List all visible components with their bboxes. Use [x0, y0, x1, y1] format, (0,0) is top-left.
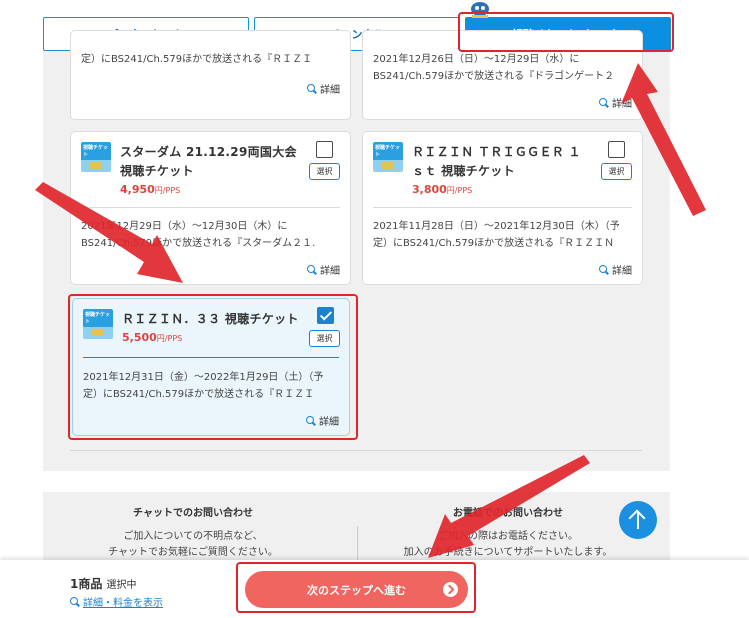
- select-label[interactable]: 選択: [309, 163, 340, 180]
- show-details-link[interactable]: 詳細・料金を表示: [70, 594, 163, 609]
- card-title: スターダム 21.12.29両国大会 視聴チケット: [120, 145, 297, 178]
- detail-link[interactable]: 詳細: [307, 81, 340, 96]
- card-title: ＲＩＺＩＮ ＴＲＩＧＧＥＲ １ｓｔ 視聴チケット: [412, 145, 581, 178]
- ticket-icon: 視聴チケット: [373, 142, 403, 172]
- annotation-highlight-card: [68, 294, 358, 440]
- card-price: 3,800円/PPS: [412, 183, 473, 196]
- select-checkbox[interactable]: [608, 141, 625, 158]
- scroll-to-top-button[interactable]: [619, 501, 657, 539]
- page: パック・セット チャンネル 視聴チケット（PPS） 定）にBS241/Ch.57…: [0, 0, 749, 618]
- card-description-line1: 2021年12月26日（日）～12月29日（水）に: [373, 54, 580, 65]
- phone-contact: お電話でのお問い合わせ ご加入の際はお電話ください。 加入のお手続きについてサポ…: [358, 504, 658, 561]
- card-description: 定）にBS241/Ch.579ほかで放送される『ＲＩＺＩ: [81, 54, 313, 65]
- product-card[interactable]: 定）にBS241/Ch.579ほかで放送される『ＲＩＺＩ 詳細: [70, 30, 351, 120]
- show-details-label: 詳細・料金を表示: [83, 598, 163, 609]
- detail-link[interactable]: 詳細: [599, 95, 632, 110]
- contact-section: チャットでのお問い合わせ ご加入についての不明点など、 チャットでお気軽にご質問…: [43, 492, 670, 562]
- annotation-highlight-tab: [458, 12, 674, 52]
- chat-contact-line2: チャットでお気軽にご質問ください。: [108, 547, 278, 558]
- product-card-stardom[interactable]: 視聴チケット スターダム 21.12.29両国大会 視聴チケット 4,950円/…: [70, 131, 351, 285]
- detail-link[interactable]: 詳細: [307, 262, 340, 277]
- select-label[interactable]: 選択: [601, 163, 632, 180]
- detail-link[interactable]: 詳細: [599, 262, 632, 277]
- chat-contact: チャットでのお問い合わせ ご加入についての不明点など、 チャットでお気軽にご質問…: [43, 504, 343, 561]
- detail-label: 詳細: [612, 266, 632, 277]
- section-divider: [70, 450, 642, 451]
- card-description-line2: BS241/Ch.579ほかで放送される『スターダム２１.: [81, 238, 316, 249]
- selected-count: 1商品 選択中: [70, 577, 137, 591]
- zoom-icon: [307, 83, 317, 94]
- select-checkbox[interactable]: [316, 141, 333, 158]
- zoom-icon: [599, 264, 609, 275]
- detail-label: 詳細: [612, 99, 632, 110]
- chat-contact-title: チャットでのお問い合わせ: [133, 508, 253, 519]
- annotation-highlight-button: [236, 562, 476, 613]
- detail-label: 詳細: [320, 266, 340, 277]
- ticket-icon: 視聴チケット: [81, 142, 111, 172]
- product-card-rizin-trigger[interactable]: 視聴チケット ＲＩＺＩＮ ＴＲＩＧＧＥＲ １ｓｔ 視聴チケット 3,800円/P…: [362, 131, 643, 285]
- zoom-icon: [599, 97, 609, 108]
- detail-label: 詳細: [320, 85, 340, 96]
- phone-contact-line1: ご加入の際はお電話ください。: [438, 531, 578, 542]
- phone-contact-line2: 加入のお手続きについてサポートいたします。: [403, 547, 613, 558]
- zoom-icon: [307, 264, 317, 275]
- card-description-line1: 2021年11月28日（日）～2021年12月30日（木）（予: [373, 221, 620, 232]
- card-description-line2: BS241/Ch.579ほかで放送される『ドラゴンゲート２: [373, 71, 615, 82]
- card-divider: [373, 207, 632, 208]
- card-price: 4,950円/PPS: [120, 183, 181, 196]
- zoom-icon: [70, 596, 80, 607]
- card-description-line2: 定）にBS241/Ch.579ほかで放送される『ＲＩＺＩＮ: [373, 238, 615, 249]
- card-divider: [81, 207, 340, 208]
- chat-contact-line1: ご加入についての不明点など、: [123, 531, 263, 542]
- card-description-line1: 2021年12月29日（水）～12月30日（木）に: [81, 221, 288, 232]
- phone-contact-title: お電話でのお問い合わせ: [453, 508, 563, 519]
